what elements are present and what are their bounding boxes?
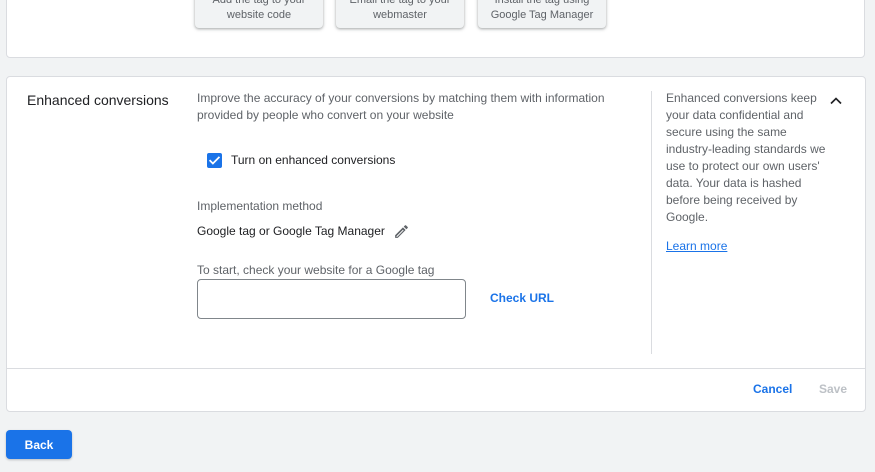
install-options-card: Add the tag to your website code Email t… [6, 0, 865, 58]
footer-divider [7, 368, 865, 369]
implementation-method-value: Google tag or Google Tag Manager [197, 224, 385, 238]
cancel-button[interactable]: Cancel [753, 382, 792, 396]
enhanced-conversions-checkbox[interactable] [207, 153, 222, 168]
pencil-icon[interactable] [393, 223, 410, 240]
install-option-line: Add the tag to your [212, 0, 306, 6]
save-button[interactable]: Save [819, 382, 847, 396]
install-option-line: website code [226, 9, 292, 21]
help-text: Enhanced conversions keep your data conf… [666, 91, 826, 224]
check-url-button[interactable]: Check URL [490, 291, 554, 305]
install-option-email-webmaster[interactable]: Email the tag to your webmaster [336, 0, 464, 28]
install-option-tag-manager[interactable]: Install the tag using Google Tag Manager [478, 0, 606, 28]
install-option-line: Install the tag using [494, 0, 590, 6]
checkmark-icon [208, 156, 221, 165]
section-title: Enhanced conversions [27, 92, 169, 108]
learn-more-link[interactable]: Learn more [666, 239, 727, 253]
install-option-line: Google Tag Manager [490, 9, 594, 21]
enhanced-conversions-card: Enhanced conversions Improve the accurac… [6, 76, 866, 412]
install-option-line: Email the tag to your [349, 0, 451, 6]
section-description: Improve the accuracy of your conversions… [197, 91, 605, 122]
website-url-label: To start, check your website for a Googl… [197, 263, 435, 277]
website-url-input[interactable] [197, 279, 466, 319]
install-option-website-code[interactable]: Add the tag to your website code [195, 0, 323, 28]
vertical-divider [651, 91, 652, 354]
install-option-line: webmaster [373, 9, 427, 21]
back-button[interactable]: Back [6, 430, 72, 459]
chevron-up-icon[interactable] [826, 91, 846, 111]
implementation-method-label: Implementation method [197, 199, 323, 213]
checkbox-label[interactable]: Turn on enhanced conversions [231, 153, 395, 167]
